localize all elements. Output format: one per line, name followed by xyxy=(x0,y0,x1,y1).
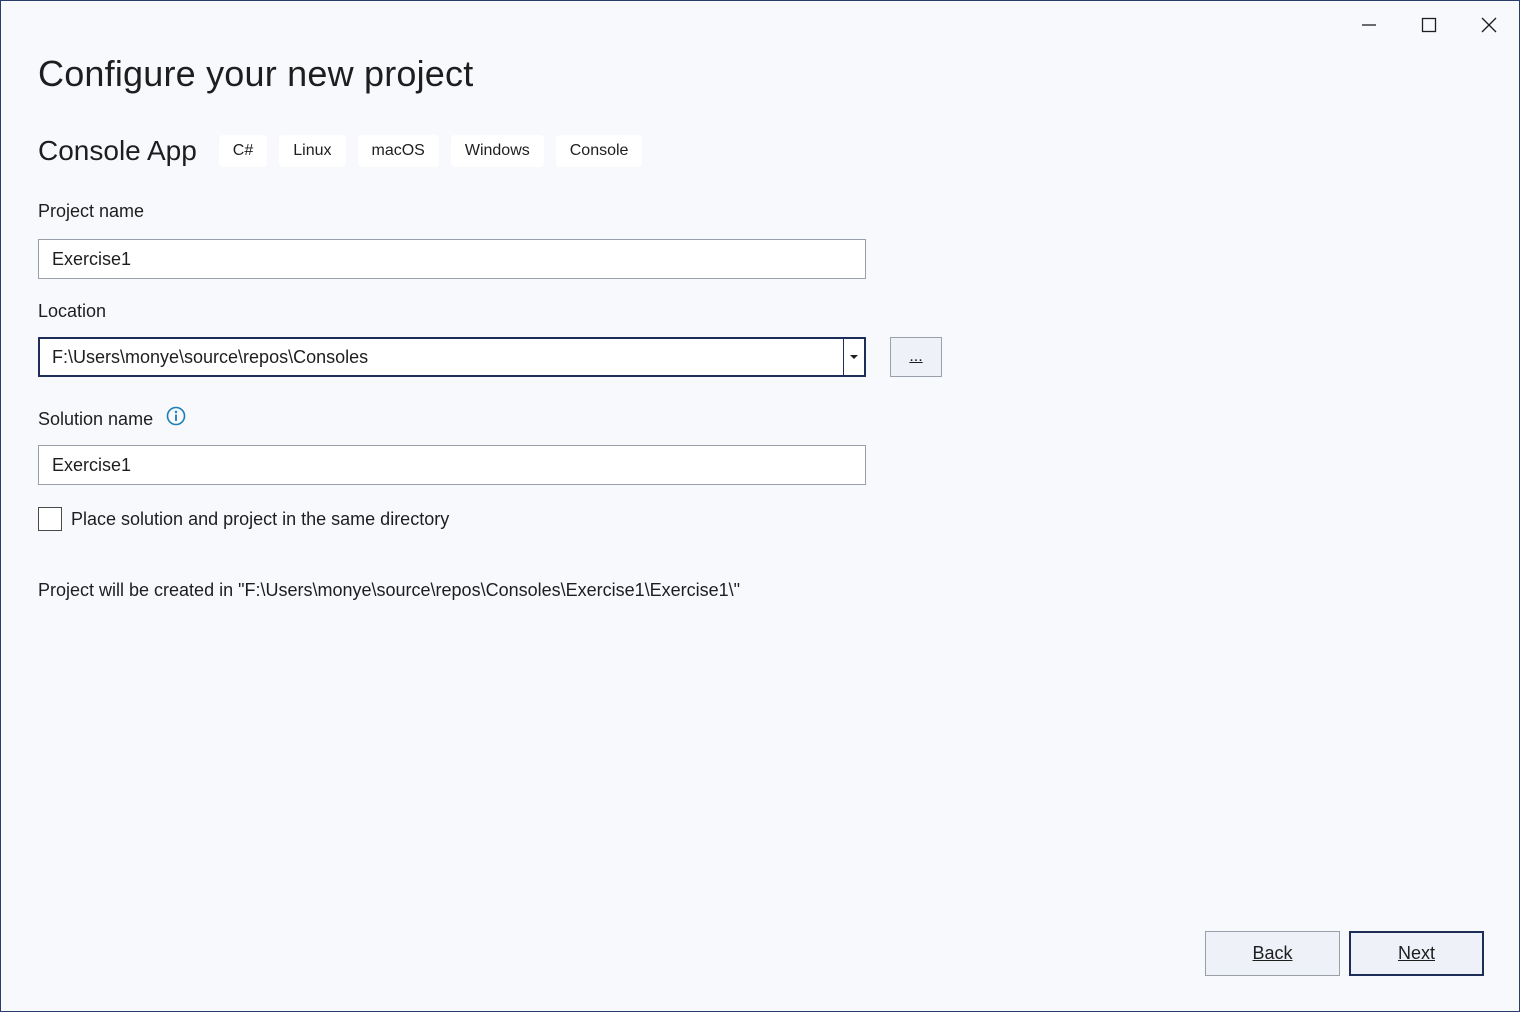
dialog-window: Configure your new project Console App C… xyxy=(0,0,1520,1012)
same-directory-label[interactable]: Place solution and project in the same d… xyxy=(71,509,449,530)
dropdown-arrow-icon[interactable] xyxy=(843,339,864,375)
same-directory-checkbox[interactable] xyxy=(38,507,62,531)
browse-button[interactable]: ... xyxy=(890,337,942,377)
back-button[interactable]: Back xyxy=(1205,931,1340,976)
minimize-icon[interactable] xyxy=(1339,1,1399,49)
template-header: Console App C# Linux macOS Windows Conso… xyxy=(38,134,654,168)
location-combobox[interactable] xyxy=(38,337,866,377)
solution-name-label: Solution name xyxy=(38,409,154,429)
close-icon[interactable] xyxy=(1459,1,1519,49)
solution-name-label-row: Solution name xyxy=(38,406,186,431)
tag-console: Console xyxy=(555,135,643,167)
tag-windows: Windows xyxy=(450,135,544,167)
location-input[interactable] xyxy=(40,339,843,375)
tag-csharp: C# xyxy=(218,135,268,167)
window-controls xyxy=(1339,1,1519,49)
same-directory-option[interactable]: Place solution and project in the same d… xyxy=(38,507,449,531)
info-icon[interactable] xyxy=(166,406,186,431)
page-title: Configure your new project xyxy=(38,53,474,94)
project-location-info: Project will be created in "F:\Users\mon… xyxy=(38,580,741,600)
tag-macos: macOS xyxy=(357,135,439,167)
tag-linux: Linux xyxy=(279,135,346,167)
project-name-input[interactable] xyxy=(38,239,866,279)
project-name-label: Project name xyxy=(38,201,145,221)
solution-name-input[interactable] xyxy=(38,445,866,485)
next-button[interactable]: Next xyxy=(1349,931,1484,976)
template-name: Console App xyxy=(38,135,197,166)
maximize-icon[interactable] xyxy=(1399,1,1459,49)
location-label: Location xyxy=(38,301,107,321)
